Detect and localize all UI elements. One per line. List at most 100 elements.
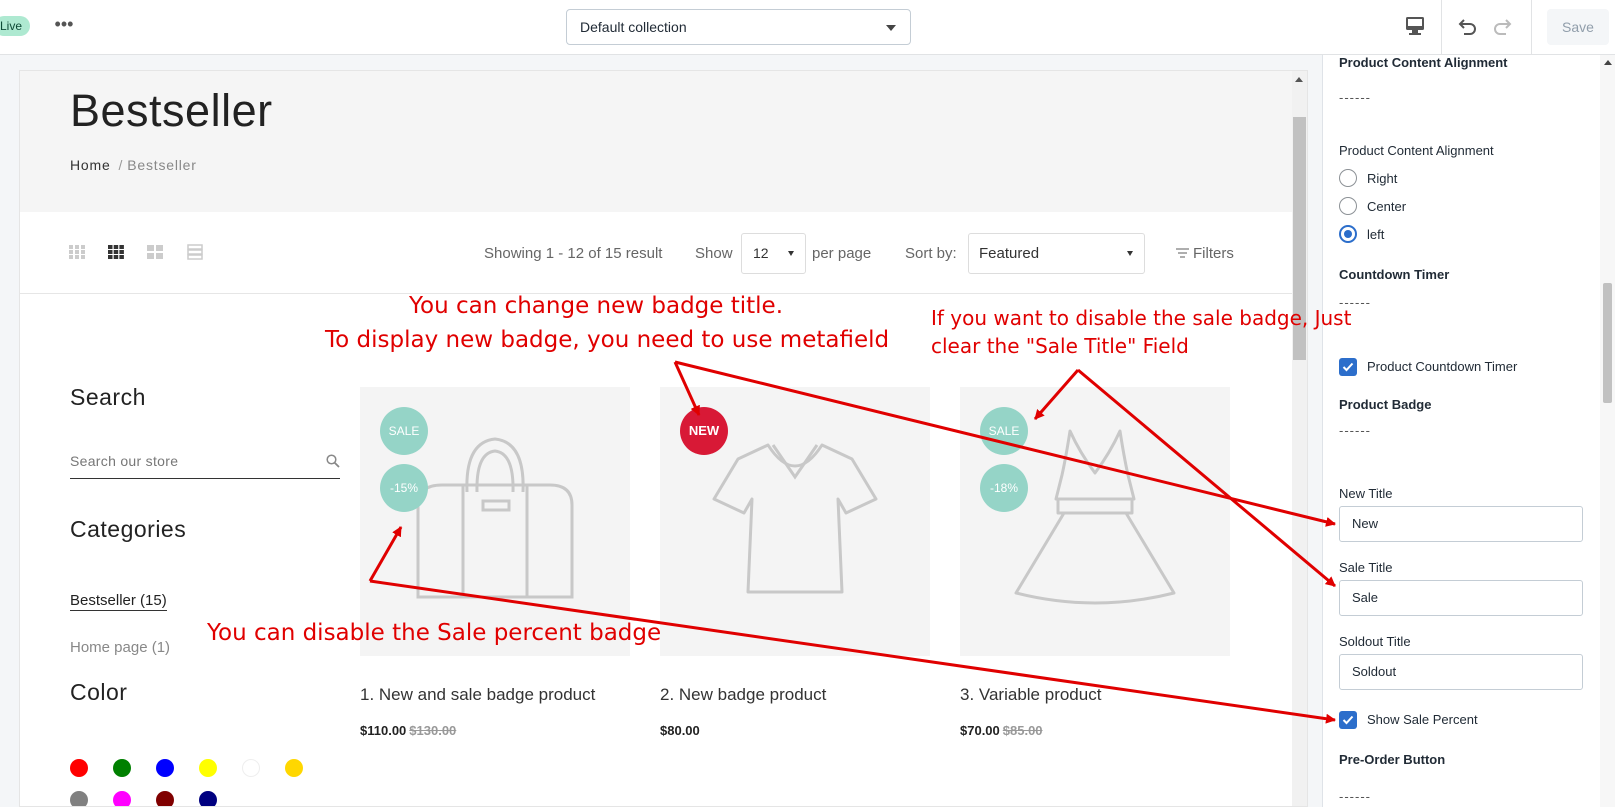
checkmark-icon [1342,715,1354,725]
category-link-home-page[interactable]: Home page (1) [70,639,170,656]
preview-area: Bestseller Home / Bestseller Showing 1 - 1… [0,55,1323,807]
color-swatch[interactable] [156,791,174,806]
product-price: $110.00 $130.00 [360,723,456,738]
alignment-radio-center[interactable] [1339,197,1357,215]
breadcrumb-home-link[interactable]: Home [70,157,111,173]
color-swatch[interactable] [156,759,174,777]
per-page-label: per page [812,245,872,262]
undo-icon[interactable] [1455,15,1479,39]
breadcrumb-separator: / [118,157,124,173]
color-swatch[interactable] [242,759,260,777]
color-swatch[interactable] [285,759,303,777]
sale-title-input[interactable]: Sale [1339,580,1583,616]
filter-icon [1176,248,1189,258]
annotation-new-badge-line1: You can change new badge title. [409,293,784,319]
annotation-percent-badge: You can disable the Sale percent badge [207,620,662,646]
collection-toolbar: Showing 1 - 12 of 15 result Show 12 per … [20,212,1294,294]
search-icon[interactable] [326,454,340,468]
scroll-up-arrow-icon[interactable] [1295,77,1303,82]
toolbar-divider [1441,0,1442,55]
section-divider: ------ [1339,90,1371,105]
color-swatch[interactable] [70,759,88,777]
current-price: $70.00 [960,723,1000,738]
grid-view-3-icon[interactable] [108,244,124,260]
category-link-bestseller[interactable]: Bestseller (15) [70,592,167,611]
scroll-up-arrow-icon[interactable] [1604,60,1612,65]
sale-badge: SALE [380,407,428,455]
per-page-select[interactable]: 12 [741,233,806,274]
compare-price: $130.00 [409,723,457,738]
grid-view-6-icon[interactable] [69,244,85,260]
product-card[interactable]: SALE -18% 3. Variable product $70.00 $85.… [960,387,1230,738]
sale-percent-badge: -18% [980,464,1028,512]
breadcrumb: Home / Bestseller [70,157,197,173]
grid-view-2-icon[interactable] [147,244,163,260]
sort-select[interactable]: Featured [968,233,1145,274]
color-swatch[interactable] [113,791,131,806]
annotation-new-badge-line2: To display new badge, you need to use me… [325,327,890,353]
color-swatch[interactable] [199,759,217,777]
new-title-label: New Title [1339,486,1393,501]
search-input[interactable]: Search our store [70,446,340,479]
list-view-icon[interactable] [187,244,203,260]
countdown-timer-label[interactable]: Product Countdown Timer [1367,359,1517,374]
alignment-radio-left[interactable] [1339,225,1357,243]
chevron-down-icon [886,25,896,31]
product-title[interactable]: 1. New and sale badge product [360,685,595,705]
show-label: Show [695,245,733,262]
color-swatch[interactable] [113,759,131,777]
show-sale-percent-checkbox[interactable] [1339,711,1357,729]
product-image[interactable]: SALE -15% [360,387,630,656]
countdown-timer-checkbox[interactable] [1339,358,1357,376]
product-price: $80.00 [660,723,700,738]
section-heading-badge: Product Badge [1339,397,1432,412]
collection-select-value: Default collection [580,19,687,35]
alignment-label: Product Content Alignment [1339,143,1494,158]
sale-title-label: Sale Title [1339,560,1393,575]
result-count: Showing 1 - 12 of 15 result [484,245,663,262]
product-price: $70.00 $85.00 [960,723,1043,738]
product-card[interactable]: SALE -15% 1. New and sale badge product … [360,387,630,738]
filters-label: Filters [1193,245,1234,262]
redo-icon[interactable] [1491,15,1515,39]
alignment-option-label[interactable]: Center [1367,199,1406,214]
collection-select[interactable]: Default collection [566,9,911,45]
editor-topbar: Live ••• Default collection Save [0,0,1615,55]
product-image[interactable]: NEW [660,387,930,656]
product-title[interactable]: 3. Variable product [960,685,1101,705]
soldout-title-label: Soldout Title [1339,634,1411,649]
theme-settings-panel: Product Content Alignment ------ Product… [1323,55,1615,807]
soldout-title-input[interactable]: Soldout [1339,654,1583,690]
color-swatch[interactable] [70,791,88,806]
categories-heading: Categories [70,516,187,542]
color-swatch[interactable] [199,791,217,806]
desktop-icon[interactable] [1404,16,1426,36]
chevron-down-icon [788,251,794,256]
product-card[interactable]: NEW 2. New badge product $80.00 [660,387,930,738]
search-placeholder: Search our store [70,453,179,469]
sort-value: Featured [979,245,1040,262]
search-heading: Search [70,384,146,410]
new-badge: NEW [680,407,728,455]
annotation-sale-badge-line1: If you want to disable the sale badge, J… [931,306,1352,330]
alignment-option-label[interactable]: Right [1367,171,1397,186]
alignment-option-label[interactable]: left [1367,227,1384,242]
preview-scrollbar[interactable] [1292,71,1307,806]
scrollbar-thumb[interactable] [1603,283,1612,403]
section-heading-countdown: Countdown Timer [1339,267,1450,282]
new-title-input[interactable]: New [1339,506,1583,542]
product-image[interactable]: SALE -18% [960,387,1230,656]
sale-badge: SALE [980,407,1028,455]
save-button[interactable]: Save [1547,9,1609,45]
show-sale-percent-label[interactable]: Show Sale Percent [1367,712,1478,727]
compare-price: $85.00 [1002,723,1043,738]
more-actions-button[interactable]: ••• [52,14,76,38]
panel-scrollbar[interactable] [1600,55,1615,807]
product-title[interactable]: 2. New badge product [660,685,826,705]
alignment-radio-right[interactable] [1339,169,1357,187]
sale-percent-badge: -15% [380,464,428,512]
chevron-down-icon [1127,251,1133,256]
live-status-badge: Live [0,16,31,36]
filters-button[interactable]: Filters [1176,245,1234,262]
current-price: $110.00 [360,723,407,738]
